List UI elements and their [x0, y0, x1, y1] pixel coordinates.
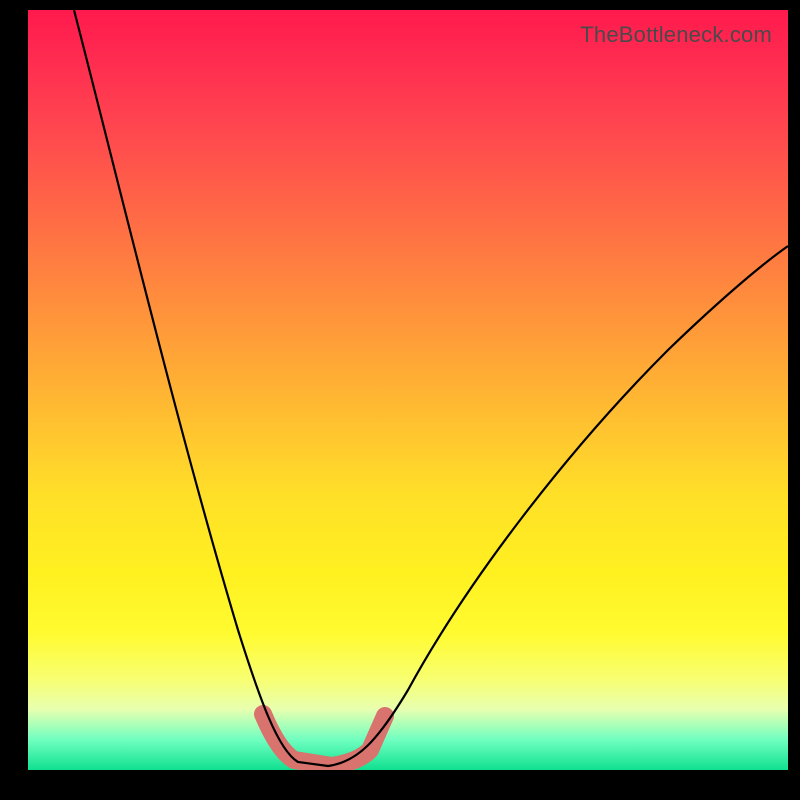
curve-layer	[28, 10, 788, 770]
bottleneck-curve	[74, 10, 788, 766]
plot-area: TheBottleneck.com	[28, 10, 788, 770]
trough-highlight	[263, 714, 385, 766]
chart-frame: TheBottleneck.com	[0, 0, 800, 800]
